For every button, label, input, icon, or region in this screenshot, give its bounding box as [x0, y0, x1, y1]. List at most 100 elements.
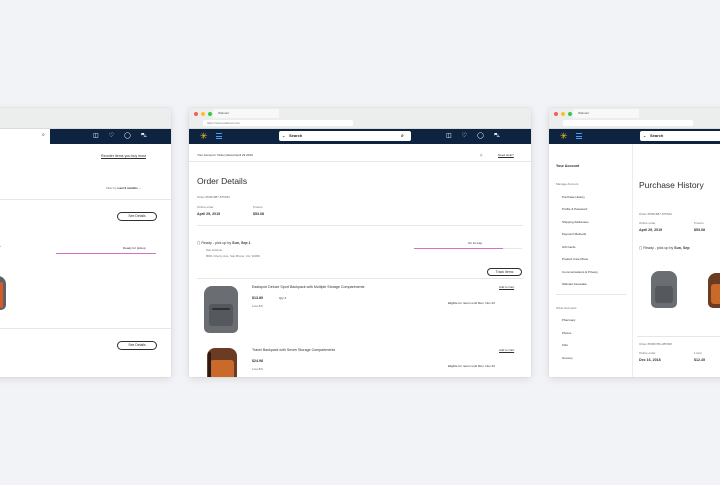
item-1-add-to-cart[interactable]: Add to Cart	[499, 285, 514, 289]
search-input[interactable]: ⌄ Search ⌕	[279, 131, 411, 141]
shipping-progress-fill	[414, 248, 503, 250]
sidebar-item[interactable]: Profile & Password	[562, 207, 587, 211]
sidebar-item[interactable]: Purchase History	[562, 195, 585, 199]
minimize-dot[interactable]	[561, 112, 565, 116]
backpack-image[interactable]	[204, 346, 240, 377]
address-bar[interactable]	[563, 120, 693, 126]
browser-chrome: Walmart	[549, 108, 720, 129]
maximize-dot[interactable]	[208, 112, 212, 116]
browser-tab[interactable]: Walmart	[573, 109, 639, 118]
item-1-name[interactable]: Eastsport Deluxe Sport Backpack with Mul…	[252, 285, 364, 289]
cart-icon[interactable]: ⛍	[141, 132, 147, 140]
address-bar[interactable]: https://www.walmart.com	[203, 120, 353, 126]
reorder-link[interactable]: Reorder items you buy most	[101, 154, 146, 158]
sidebar-item[interactable]: Walmart Associate	[562, 282, 587, 286]
account-icon[interactable]: ◯	[477, 132, 484, 140]
backpack-image[interactable]	[706, 272, 720, 310]
other-account-item[interactable]: Pharmacy	[562, 318, 576, 322]
cart-icon[interactable]: ⛍	[494, 132, 500, 140]
item-2-unit: 1/ea 8/6	[252, 367, 263, 371]
item-2-name[interactable]: Travel Backpack with Seven Storage Compa…	[252, 348, 335, 352]
other-account-item[interactable]: Photos	[562, 331, 571, 335]
order-total-label: 5 items	[253, 205, 263, 209]
chevron-down-icon[interactable]: ⌄	[282, 131, 285, 141]
track-items-button[interactable]: Track Items	[487, 268, 522, 276]
menu-icon[interactable]	[216, 133, 222, 139]
walmart-spark-logo[interactable]: ✳	[200, 132, 208, 141]
print-icon[interactable]: ⎙	[480, 153, 482, 157]
divider	[0, 328, 171, 329]
other-account-item[interactable]: Grocery	[562, 356, 573, 360]
sidebar-item[interactable]: Gift Cards	[562, 245, 576, 249]
store-name: San Antonio	[206, 248, 223, 252]
sidebar-item[interactable]: Communications & Privacy	[562, 270, 598, 274]
center-browser-window: Walmart https://www.walmart.com ✳ ⌄ Sear…	[189, 108, 531, 377]
order-number: Order #5051887-875520	[197, 195, 230, 199]
close-dot[interactable]	[194, 112, 198, 116]
divider	[197, 278, 523, 279]
walmart-spark-logo[interactable]: ✳	[560, 132, 568, 141]
shipping-progress-bar	[414, 248, 522, 250]
order-marker: ›	[0, 244, 1, 248]
divider	[556, 294, 626, 295]
reorder-icon[interactable]: ◫	[93, 132, 99, 140]
status-progress-bar	[56, 253, 156, 255]
search-field-fragment[interactable]: ⌕	[0, 129, 50, 144]
backpack-image[interactable]	[649, 270, 679, 310]
see-details-button[interactable]: See Details	[117, 212, 157, 221]
window-controls	[194, 112, 212, 116]
chevron-down-icon[interactable]: ⌄	[643, 131, 646, 141]
reorder-icon[interactable]: ◫	[446, 132, 452, 140]
item-1-return-info: Eligible for return until Mon, Nov 26	[448, 301, 495, 305]
nav-icons: ◫ ♡ ◯ ⛍	[93, 132, 147, 140]
menu-icon[interactable]	[576, 133, 582, 139]
order-total-label: 5 items	[694, 221, 704, 225]
order-total: $53.08	[694, 228, 705, 232]
other-account-item[interactable]: Kids	[562, 343, 568, 347]
heart-icon[interactable]: ♡	[109, 132, 114, 140]
search-icon[interactable]: ⌕	[401, 131, 404, 141]
sidebar-title: Your Account	[556, 164, 580, 168]
pickup-status: ▢ Ready - pick up by Sun, Sep	[639, 246, 690, 250]
divider	[637, 336, 720, 337]
order-total: $53.08	[253, 212, 264, 216]
divider	[0, 199, 171, 200]
breadcrumb[interactable]: Your Account / Order placed April 29 201…	[197, 153, 253, 157]
search-input[interactable]: ⌄ Search	[640, 131, 720, 141]
item-2-add-to-cart[interactable]: Add to Cart	[499, 348, 514, 352]
sidebar-item[interactable]: Payment Methods	[562, 232, 586, 236]
order-date: April 29, 2019	[639, 228, 663, 232]
item-2-return-info: Eligible for return until Mon, Nov 26	[448, 364, 495, 368]
top-navigation-bar: ✳ ⌄ Search	[549, 129, 720, 144]
item-1-qty: Qty 2	[279, 296, 287, 300]
backpack-image[interactable]	[201, 284, 241, 336]
item-1-unit: 1/ea 8/6	[252, 304, 263, 308]
close-dot[interactable]	[554, 112, 558, 116]
sidebar-item[interactable]: Product Care Plans	[562, 257, 588, 261]
account-sidebar: Your Account Manage Account Purchase Hist…	[549, 144, 633, 377]
page-title: Order Details	[197, 176, 248, 186]
minimize-dot[interactable]	[201, 112, 205, 116]
order-2-total: $12.45	[694, 358, 705, 362]
window-controls	[554, 112, 572, 116]
pickup-box-icon: ▢	[639, 246, 643, 250]
divider	[189, 161, 531, 162]
maximize-dot[interactable]	[568, 112, 572, 116]
sidebar-item[interactable]: Manage Account	[556, 182, 578, 186]
order-2-date: Dec 16, 2018	[639, 358, 661, 362]
see-details-button-2[interactable]: See Details	[117, 341, 157, 350]
search-icon[interactable]: ⌕	[42, 132, 45, 138]
sidebar-item[interactable]: Shipping Addresses	[562, 220, 589, 224]
store-address: 8061 Cherry Ave, San Bruno, CA, 94066	[206, 254, 260, 258]
right-browser-window: Walmart ✳ ⌄ Search Your Account Manage A…	[549, 108, 720, 377]
browser-chrome: Walmart https://www.walmart.com	[189, 108, 531, 129]
item-1-price: $13.89	[252, 296, 263, 300]
filter-label: Filter by Last 6 months ⌄	[106, 186, 142, 190]
browser-tab[interactable]: Walmart	[213, 109, 279, 118]
chevron-down-icon: ⌄	[138, 186, 142, 190]
need-help-link[interactable]: Need Help?	[498, 153, 514, 157]
account-icon[interactable]: ◯	[124, 132, 131, 140]
left-browser-window: ⌕ ◫ ♡ ◯ ⛍ ⌕ Reorder items you buy most F…	[0, 108, 171, 377]
nav-icons: ◫ ♡ ◯ ⛍	[446, 132, 500, 140]
heart-icon[interactable]: ♡	[462, 132, 467, 140]
